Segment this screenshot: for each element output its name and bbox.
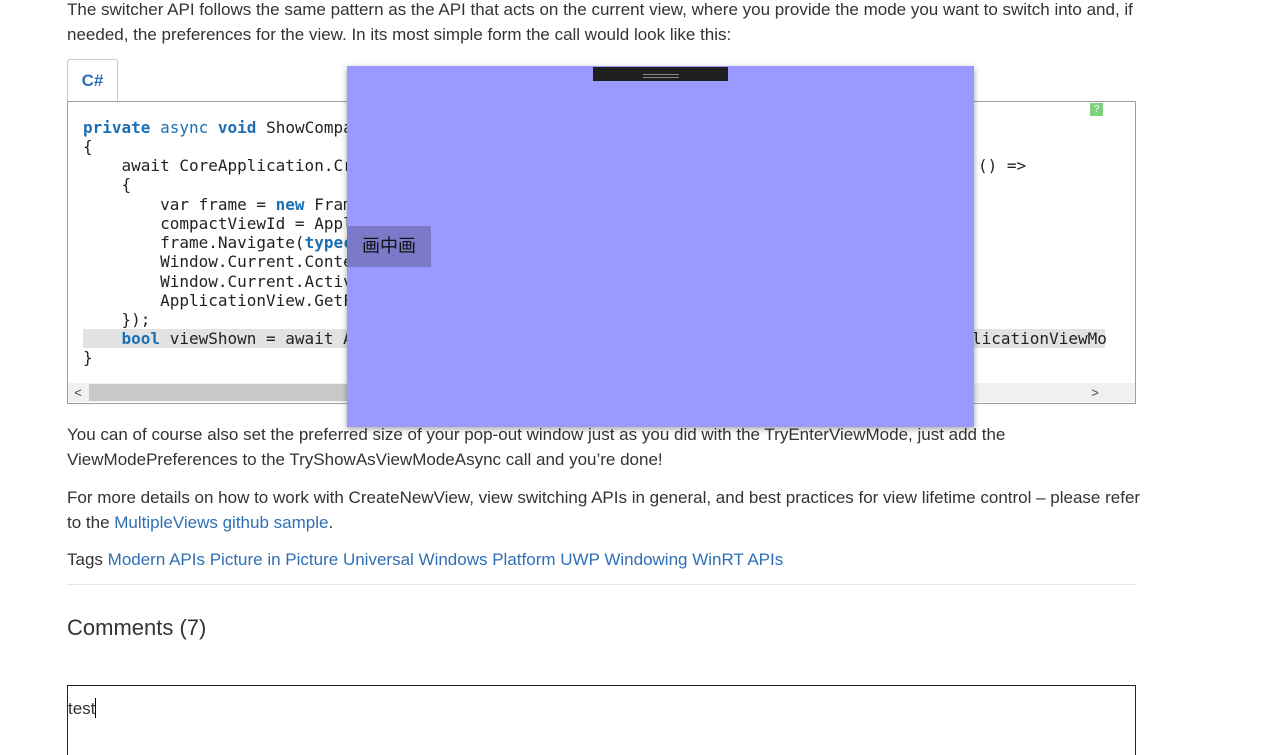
- code-line-5: var frame = new Fram: [83, 195, 353, 214]
- keyword-bool: bool: [121, 329, 161, 348]
- comment-input-value: test: [68, 699, 96, 718]
- tag-link[interactable]: Picture in Picture: [210, 550, 339, 569]
- comments-heading: Comments (7): [67, 615, 207, 640]
- multipleviews-sample-link[interactable]: MultipleViews github sample: [114, 513, 328, 532]
- code-text: frame.Navigate(: [83, 233, 305, 252]
- code-line-3-right: () =>: [978, 156, 1027, 175]
- comment-input[interactable]: test: [67, 685, 1136, 755]
- keyword-async: async: [160, 118, 209, 137]
- code-text: viewShown = await A: [160, 329, 353, 348]
- scroll-right-arrow-icon[interactable]: >: [1086, 383, 1104, 402]
- code-line-1: private async void ShowCompa: [83, 118, 353, 137]
- grip-icon: [643, 74, 679, 78]
- paragraph-text: .: [328, 513, 334, 532]
- scroll-left-arrow-icon[interactable]: <: [69, 383, 87, 402]
- code-line-11: });: [83, 310, 151, 329]
- code-text: Fram: [304, 195, 353, 214]
- code-line-9: Window.Current.Activ: [83, 272, 353, 291]
- code-text: var frame =: [83, 195, 276, 214]
- paragraph-view-mode-preferences: You can of course also set the preferred…: [67, 425, 1006, 469]
- picture-in-picture-window[interactable]: 画中画: [347, 66, 974, 427]
- code-line-2: {: [83, 137, 93, 156]
- scrollbar-thumb[interactable]: [89, 384, 349, 401]
- paragraph-more-details: For more details on how to work with Cre…: [67, 485, 1142, 535]
- tag-link[interactable]: Modern APIs: [108, 550, 205, 569]
- intro-paragraph: The switcher API follows the same patter…: [67, 0, 1133, 44]
- tags-row: Tags Modern APIs Picture in Picture Univ…: [67, 547, 1142, 572]
- text-caret: [95, 698, 97, 718]
- code-line-13: }: [83, 348, 93, 367]
- tags-label: Tags: [67, 550, 103, 569]
- tag-link[interactable]: WinRT APIs: [692, 550, 783, 569]
- code-line-7: frame.Navigate(typec: [83, 233, 353, 252]
- tag-link[interactable]: Windowing: [604, 550, 687, 569]
- code-line-4: {: [83, 175, 132, 194]
- code-line-8: Window.Current.Conte: [83, 252, 353, 271]
- keyword-private: private: [83, 118, 151, 137]
- code-line-10: ApplicationView.GetF: [83, 291, 353, 310]
- tab-csharp[interactable]: C#: [67, 59, 118, 101]
- copy-code-button[interactable]: ?: [1090, 103, 1103, 116]
- code-line-12-right: licationViewMo: [972, 329, 1107, 348]
- comment-input-text: test: [68, 698, 97, 720]
- keyword-void: void: [217, 118, 257, 137]
- code-line-3: await CoreApplication.Cr: [83, 156, 353, 175]
- tag-link[interactable]: UWP: [560, 550, 599, 569]
- code-line-12: bool viewShown = await A: [83, 329, 353, 348]
- pip-drag-handle[interactable]: [593, 67, 728, 81]
- section-divider: [67, 584, 1136, 585]
- keyword-new: new: [275, 195, 305, 214]
- tag-link[interactable]: Universal Windows Platform: [343, 550, 556, 569]
- method-name: ShowCompa: [266, 118, 353, 137]
- pip-mode-button[interactable]: 画中画: [347, 226, 431, 267]
- code-line-6: compactViewId = Appl: [83, 214, 353, 233]
- keyword-typeof: typec: [304, 233, 353, 252]
